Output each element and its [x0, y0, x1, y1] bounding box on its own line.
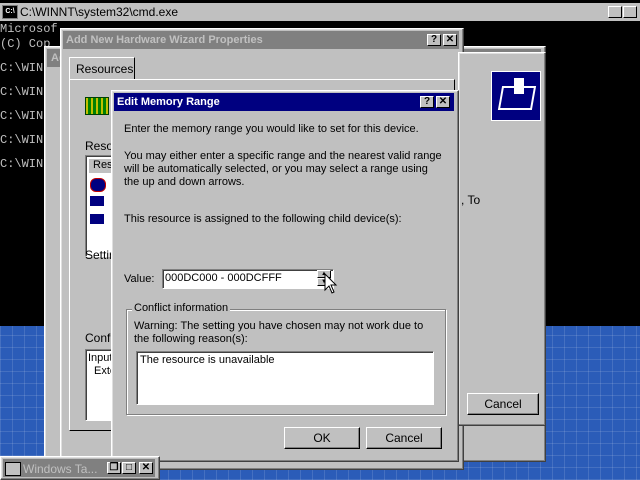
resource-row-icon-3 [90, 214, 104, 224]
conflict-text-1: Input [88, 352, 113, 364]
minimized-window-icon [5, 462, 21, 476]
explain-text: You may either enter a specific range an… [124, 150, 442, 188]
cmd-line-4: C:\WINN [0, 85, 51, 99]
maximize-button[interactable]: □ [623, 6, 637, 18]
cmd-line-5: C:\WINN [0, 109, 51, 123]
maximize-button[interactable]: □ [122, 462, 136, 474]
cmd-line-2: (C) Cop [0, 37, 51, 51]
wizard-cancel-button[interactable]: Cancel [467, 393, 539, 415]
edit-memory-title: Edit Memory Range [117, 96, 220, 108]
wizard-hardware-icon [491, 71, 541, 121]
close-button[interactable]: ✕ [139, 462, 153, 474]
minimized-window[interactable]: Windows Ta... ❐ □ ✕ [0, 456, 160, 480]
wizard-side-text: , To [461, 193, 481, 207]
edit-memory-titlebar[interactable]: Edit Memory Range ? ✕ [114, 93, 454, 111]
cmd-line-6: C:\WINN [0, 133, 51, 147]
wizard-cancel-label: Cancel [484, 397, 522, 411]
cmd-line-1: Microsof [0, 22, 58, 36]
cmd-line-3: C:\WINN [0, 61, 51, 75]
device-chip-icon [85, 97, 109, 115]
value-field-text: 000DC000 - 000DCFFF [165, 272, 282, 284]
help-button[interactable]: ? [420, 96, 434, 108]
ok-button-label: OK [313, 431, 331, 445]
restore-button[interactable]: ❐ [107, 462, 121, 474]
edit-memory-range-dialog[interactable]: Edit Memory Range ? ✕ Enter the memory r… [111, 90, 459, 462]
cancel-button[interactable]: Cancel [366, 427, 442, 449]
wizard-dialog-window[interactable]: , To Cancel [458, 52, 546, 426]
reason-text: The resource is unavailable [140, 354, 275, 366]
resource-row-icon-2 [90, 196, 104, 206]
tab-resources[interactable]: Resources [69, 57, 135, 80]
value-label: Value: [124, 273, 155, 285]
minimized-window-title: Windows Ta... [23, 462, 98, 476]
cancel-button-label: Cancel [385, 431, 423, 445]
assigned-text: This resource is assigned to the followi… [124, 213, 402, 225]
resource-list-header-text: Res [93, 159, 113, 171]
reason-box: The resource is unavailable [136, 351, 434, 405]
value-field[interactable]: 000DC000 - 000DCFFF ▲ ▼ [162, 269, 334, 289]
wizard-properties-titlebar[interactable]: Add New Hardware Wizard Properties ? ✕ [63, 31, 459, 49]
conflict-information-legend: Conflict information [132, 302, 231, 314]
cmd-line-7: C:\WINN [0, 157, 51, 171]
tab-resources-label: Resources [76, 62, 134, 76]
minimized-window-titlebar[interactable]: Windows Ta... ❐ □ ✕ [3, 459, 155, 477]
cmd-titlebar[interactable]: C:\ C:\WINNT\system32\cmd.exe _ □ [0, 3, 640, 21]
help-button[interactable]: ? [427, 34, 441, 46]
resource-row-icon-1 [90, 178, 106, 192]
instruction-text: Enter the memory range you would like to… [124, 123, 419, 135]
mouse-pointer-icon [324, 273, 338, 294]
cmd-icon: C:\ [2, 5, 18, 19]
wizard-properties-title: Add New Hardware Wizard Properties [66, 34, 263, 46]
resource-settings-label: Reso [85, 139, 114, 153]
close-button[interactable]: ✕ [436, 96, 450, 108]
warning-text: Warning: The setting you have chosen may… [134, 320, 424, 345]
ok-button[interactable]: OK [284, 427, 360, 449]
close-button[interactable]: ✕ [443, 34, 457, 46]
minimize-button[interactable]: _ [608, 6, 622, 18]
cmd-title: C:\WINNT\system32\cmd.exe [20, 5, 179, 19]
